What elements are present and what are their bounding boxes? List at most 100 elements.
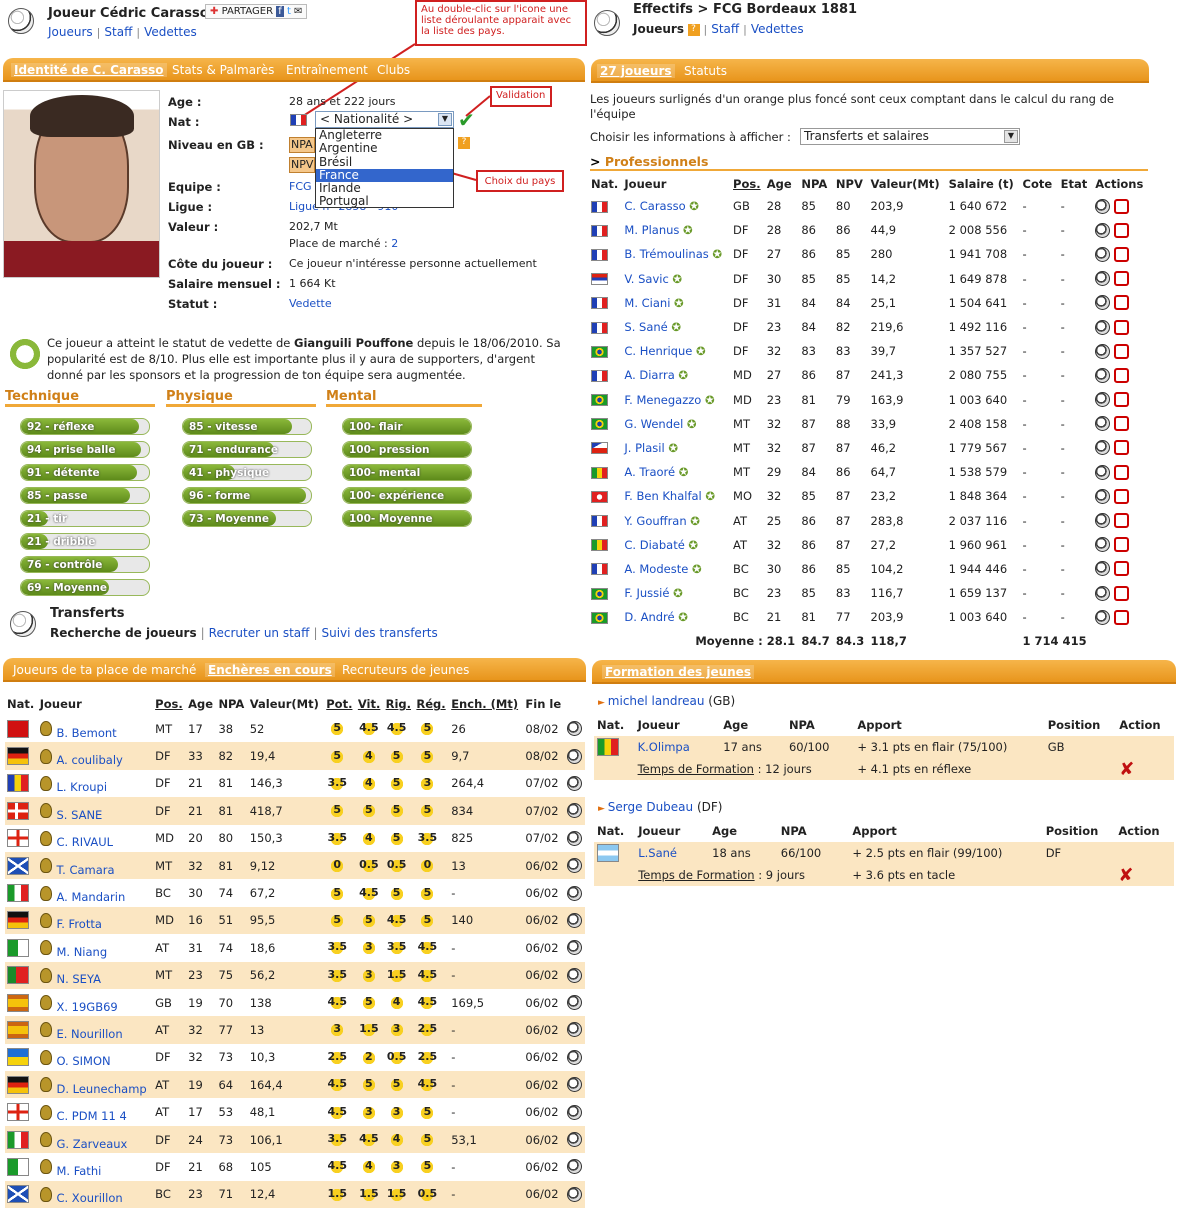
ball-action-icon[interactable] xyxy=(566,721,582,737)
player-link[interactable]: E. Nourillon xyxy=(56,1027,122,1041)
ball-action-icon[interactable] xyxy=(1095,295,1111,311)
player-link[interactable]: M. Ciani xyxy=(624,296,670,310)
player-link[interactable]: G. Zarveaux xyxy=(56,1137,127,1151)
player-link[interactable]: F. Ben Khalfal xyxy=(624,489,701,503)
chevron-down-icon[interactable]: ▼ xyxy=(1004,130,1018,143)
ball-action-icon[interactable] xyxy=(566,858,582,874)
player-link[interactable]: M. Niang xyxy=(56,945,107,959)
money-bag-icon[interactable] xyxy=(39,830,52,846)
shirt-action-icon[interactable] xyxy=(1113,246,1129,262)
player-link[interactable]: C. Henrique xyxy=(624,344,692,358)
ball-action-icon[interactable] xyxy=(1095,416,1111,432)
shirt-action-icon[interactable] xyxy=(1113,367,1129,383)
player-link[interactable]: N. SEYA xyxy=(56,972,100,986)
ball-action-icon[interactable] xyxy=(566,1022,582,1038)
money-bag-icon[interactable] xyxy=(39,967,52,983)
ball-action-icon[interactable] xyxy=(566,1049,582,1065)
player-link[interactable]: F. Jussié xyxy=(624,586,669,600)
ball-action-icon[interactable] xyxy=(1095,464,1111,480)
tab-identite[interactable]: Identité de C. Carasso xyxy=(11,63,167,77)
player-link[interactable]: C. Carasso xyxy=(624,199,685,213)
tab-statuts[interactable]: Statuts xyxy=(684,64,727,78)
player-link[interactable]: C. Xourillon xyxy=(56,1191,122,1205)
shirt-action-icon[interactable] xyxy=(1113,319,1129,335)
player-link[interactable]: B. Bemont xyxy=(56,726,116,740)
shirt-action-icon[interactable] xyxy=(1113,513,1129,529)
money-bag-icon[interactable] xyxy=(39,885,52,901)
player-link[interactable]: J. Plasil xyxy=(624,441,664,455)
ball-action-icon[interactable] xyxy=(566,803,582,819)
player-link[interactable]: A. Mandarin xyxy=(56,890,125,904)
chevron-down-icon[interactable]: ▼ xyxy=(438,113,452,126)
player-link[interactable]: A. Traoré xyxy=(624,465,675,479)
money-bag-icon[interactable] xyxy=(39,803,52,819)
ball-action-icon[interactable] xyxy=(566,775,582,791)
recruiter-link[interactable]: Serge Dubeau xyxy=(608,800,693,814)
player-link[interactable]: S. SANE xyxy=(56,808,102,822)
player-link[interactable]: B. Trémoulinas xyxy=(624,247,708,261)
ball-action-icon[interactable] xyxy=(566,1159,582,1175)
player-link[interactable]: F. Frotta xyxy=(56,917,101,931)
ball-action-icon[interactable] xyxy=(566,940,582,956)
ball-action-icon[interactable] xyxy=(1095,271,1111,287)
money-bag-icon[interactable] xyxy=(39,912,52,928)
shirt-action-icon[interactable] xyxy=(1113,198,1129,214)
tab-encheres[interactable]: Enchères en cours xyxy=(205,663,335,677)
ball-action-icon[interactable] xyxy=(1095,488,1111,504)
ball-action-icon[interactable] xyxy=(566,995,582,1011)
option-argentine[interactable]: Argentine xyxy=(316,142,453,155)
help-icon[interactable]: ? xyxy=(458,137,470,149)
money-bag-icon[interactable] xyxy=(39,940,52,956)
shirt-action-icon[interactable] xyxy=(1113,343,1129,359)
ball-action-icon[interactable] xyxy=(566,885,582,901)
shirt-action-icon[interactable] xyxy=(1113,392,1129,408)
shirt-action-icon[interactable] xyxy=(1113,295,1129,311)
shirt-action-icon[interactable] xyxy=(1113,537,1129,553)
money-bag-icon[interactable] xyxy=(39,1104,52,1120)
ball-action-icon[interactable] xyxy=(1095,198,1111,214)
ball-action-icon[interactable] xyxy=(1095,440,1111,456)
player-link[interactable]: M. Fathi xyxy=(56,1164,101,1178)
player-link[interactable]: L. Kroupi xyxy=(56,780,107,794)
shirt-action-icon[interactable] xyxy=(1113,222,1129,238)
flag-icon[interactable] xyxy=(290,114,307,126)
player-link[interactable]: Y. Gouffran xyxy=(624,514,686,528)
money-bag-icon[interactable] xyxy=(39,1022,52,1038)
shirt-action-icon[interactable] xyxy=(1113,271,1129,287)
ball-action-icon[interactable] xyxy=(1095,392,1111,408)
player-link[interactable]: D. Leunechamp xyxy=(56,1082,146,1096)
nationality-select[interactable]: < Nationalité > ▼ xyxy=(315,111,454,128)
shirt-action-icon[interactable] xyxy=(1113,488,1129,504)
player-link[interactable]: C. RIVAUL xyxy=(56,835,113,849)
ball-action-icon[interactable] xyxy=(566,830,582,846)
tab-27-joueurs[interactable]: 27 joueurs xyxy=(597,64,675,78)
option-irlande[interactable]: Irlande xyxy=(316,182,453,195)
tab-entrainement[interactable]: Entraînement xyxy=(286,63,368,77)
money-bag-icon[interactable] xyxy=(39,858,52,874)
option-france[interactable]: France xyxy=(316,168,453,183)
player-link[interactable]: V. Savic xyxy=(624,272,668,286)
option-portugal[interactable]: Portugal xyxy=(316,195,453,208)
recherche-joueurs[interactable]: Recherche de joueurs xyxy=(50,626,197,640)
marche-link[interactable]: 2 xyxy=(391,237,398,250)
option-angleterre[interactable]: Angleterre xyxy=(316,128,453,142)
recruiter-link[interactable]: michel landreau xyxy=(608,694,705,708)
player-link[interactable]: S. Sané xyxy=(624,320,667,334)
ball-action-icon[interactable] xyxy=(1095,585,1111,601)
ball-action-icon[interactable] xyxy=(566,1186,582,1202)
ball-action-icon[interactable] xyxy=(566,1077,582,1093)
ball-action-icon[interactable] xyxy=(1095,537,1111,553)
youth-link[interactable]: L.Sané xyxy=(638,846,677,860)
money-bag-icon[interactable] xyxy=(39,1186,52,1202)
statut-link[interactable]: Vedette xyxy=(289,297,332,310)
ball-action-icon[interactable] xyxy=(1095,319,1111,335)
equipe-link[interactable]: FCG xyxy=(289,180,312,193)
option-bresil[interactable]: Brésil xyxy=(316,155,453,169)
cancel-x-icon[interactable]: ✘ xyxy=(1118,865,1133,886)
ball-action-icon[interactable] xyxy=(566,1104,582,1120)
recruter-staff-link[interactable]: Recruter un staff xyxy=(209,626,310,640)
ball-action-icon[interactable] xyxy=(566,1132,582,1148)
money-bag-icon[interactable] xyxy=(39,748,52,764)
shirt-action-icon[interactable] xyxy=(1113,464,1129,480)
player-link[interactable]: O. SIMON xyxy=(56,1054,110,1068)
